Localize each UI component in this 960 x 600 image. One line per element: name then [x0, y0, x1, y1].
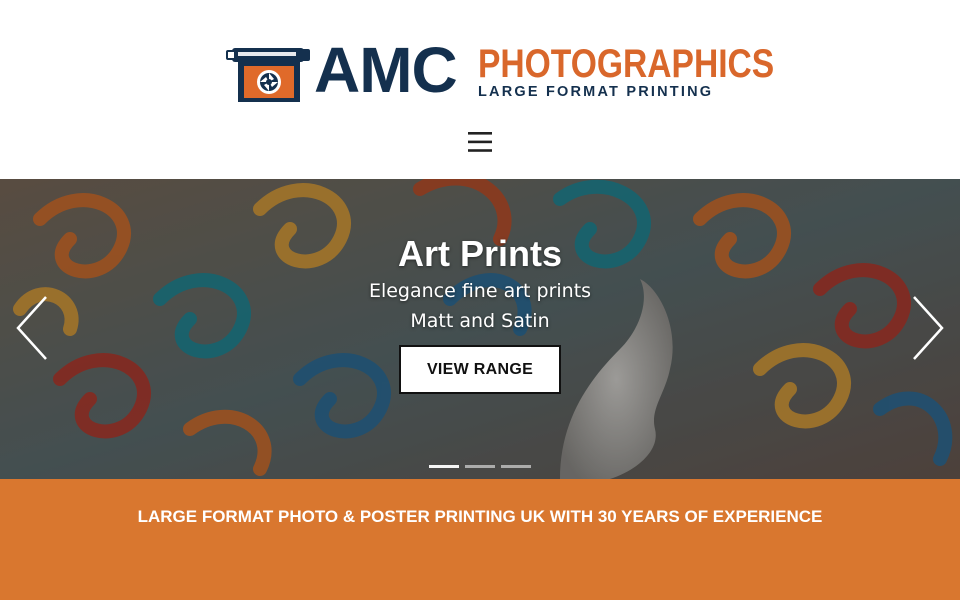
chevron-right-icon[interactable]	[908, 293, 948, 363]
chevron-left-icon[interactable]	[12, 293, 52, 363]
carousel-indicator-3[interactable]	[501, 465, 531, 468]
banner-heading: LARGE FORMAT PHOTO & POSTER PRINTING UK …	[137, 507, 823, 526]
carousel-indicator-1[interactable]	[429, 465, 459, 468]
logo-brand-text: AMC	[314, 34, 458, 106]
printer-logo-icon	[226, 48, 310, 102]
slide-title: Art Prints	[397, 233, 563, 274]
carousel-indicators	[429, 465, 533, 469]
hero-carousel: Art Prints Elegance fine art prints Matt…	[0, 179, 960, 479]
experience-banner: LARGE FORMAT PHOTO & POSTER PRINTING UK …	[0, 479, 960, 600]
logo-tagline: LARGE FORMAT PRINTING	[478, 84, 714, 100]
site-logo[interactable]: AMC PHOTOGRAPHICS LARGE FORMAT PRINTING	[224, 38, 774, 104]
view-range-button[interactable]: VIEW RANGE	[399, 345, 561, 394]
logo-name-text: PHOTOGRAPHICS	[478, 42, 775, 86]
site-header: AMC PHOTOGRAPHICS LARGE FORMAT PRINTING	[0, 0, 960, 179]
hamburger-menu-icon[interactable]	[466, 130, 494, 154]
slide-subtitle-line2: Matt and Satin	[410, 310, 550, 332]
slide-subtitle-line1: Elegance fine art prints	[368, 280, 592, 302]
carousel-indicator-2[interactable]	[465, 465, 495, 468]
